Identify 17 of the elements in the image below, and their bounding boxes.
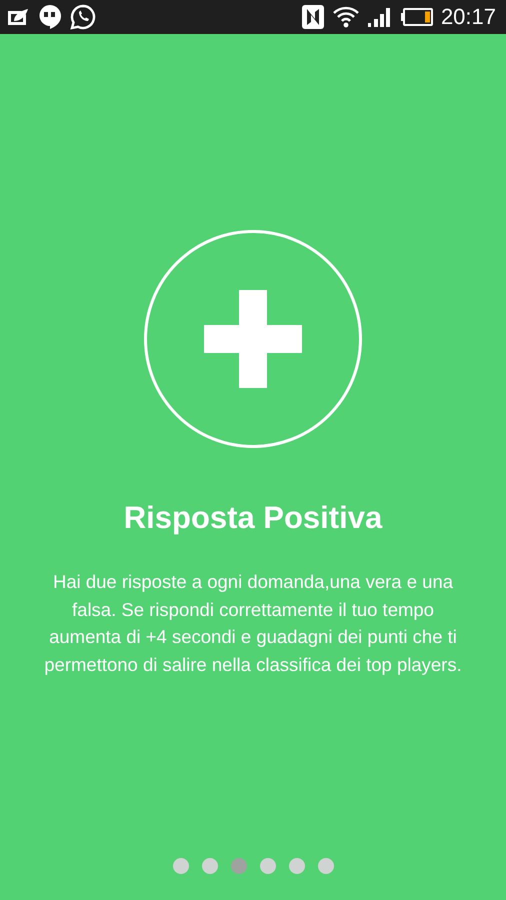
- wifi-icon: [332, 6, 359, 28]
- page-dot[interactable]: [172, 858, 188, 874]
- leaf-icon: [6, 7, 30, 27]
- battery-icon: [400, 8, 433, 26]
- signal-icon: [366, 6, 393, 28]
- page-dot[interactable]: [202, 858, 218, 874]
- description: Hai due risposte a ogni domanda,una vera e una falsa. Se rispondi correttamente il tuo tempo aumenta di +4 secondi e guadagni dei punti che ti permettono di salire nella classifica dei top players.: [43, 570, 463, 677]
- plus-circle-icon: [144, 230, 362, 448]
- page-dot[interactable]: [318, 858, 334, 874]
- page-dot[interactable]: [260, 858, 276, 874]
- title: Risposta Positiva: [124, 500, 382, 536]
- page-dot[interactable]: [230, 858, 246, 874]
- chat-icon: [38, 4, 62, 30]
- phone-bubble-icon: [70, 4, 96, 30]
- clock-time: 20:17: [440, 4, 496, 30]
- page-dot[interactable]: [288, 858, 304, 874]
- nfc-icon: [300, 4, 325, 30]
